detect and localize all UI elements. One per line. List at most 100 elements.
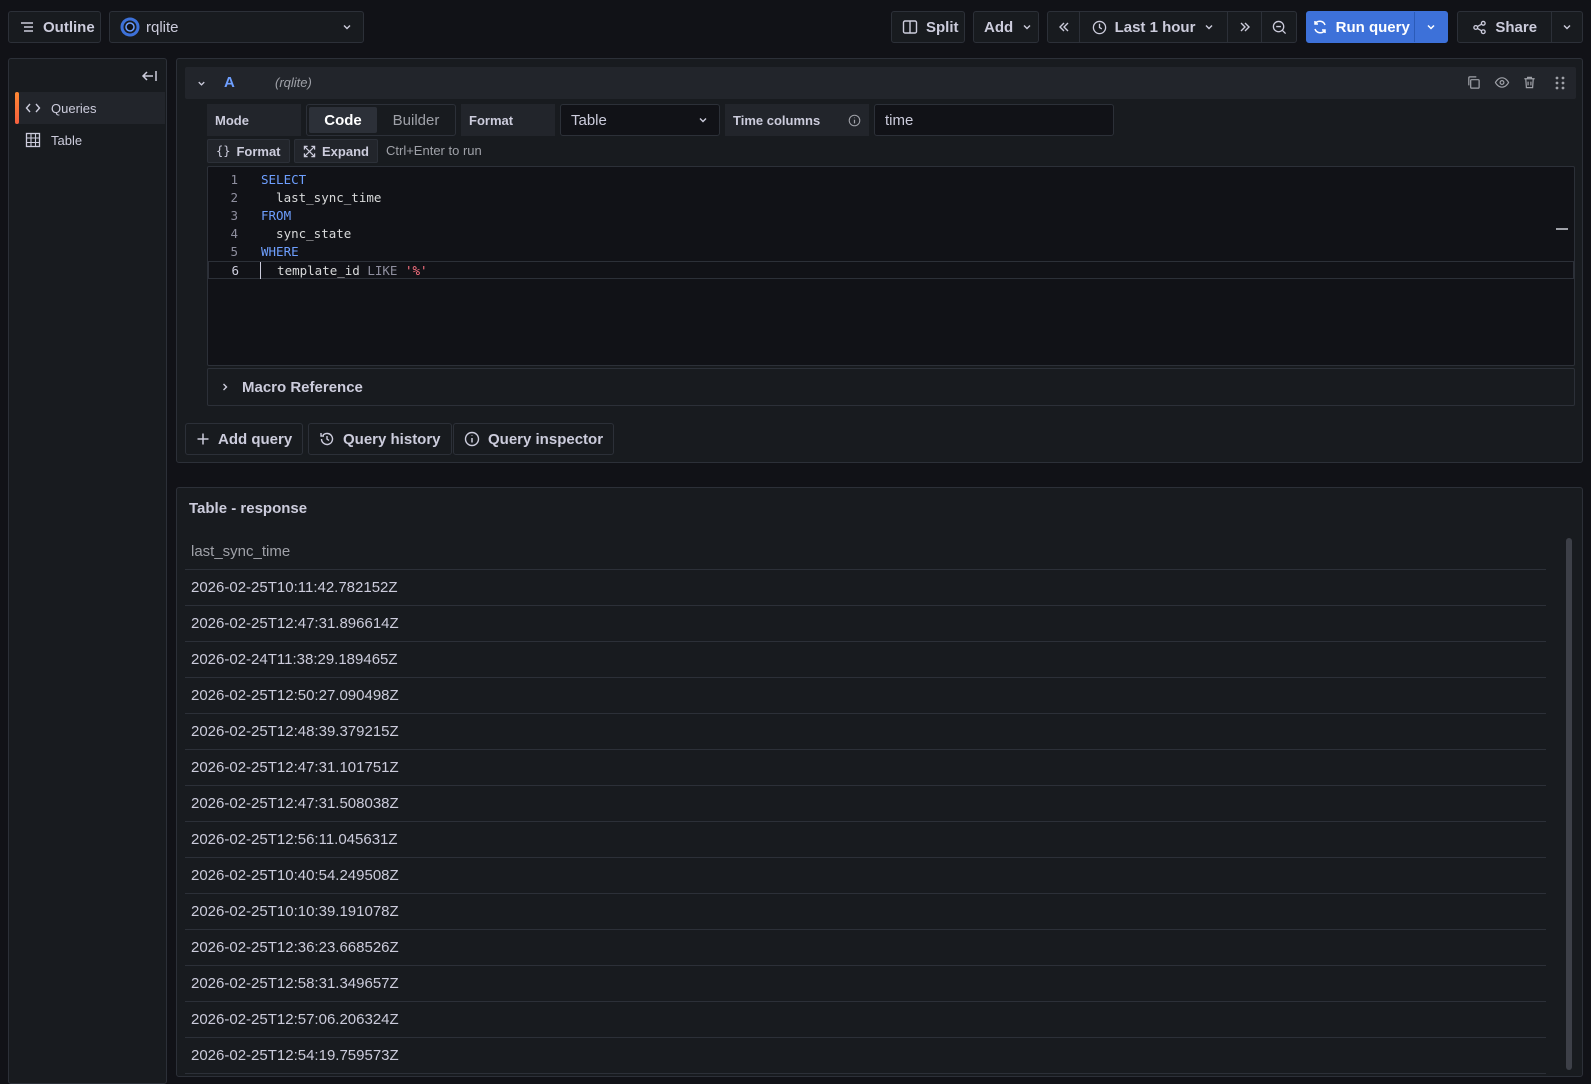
trash-icon[interactable] [1522,75,1537,90]
format-label: Format [461,104,555,136]
chevron-down-icon [1427,24,1435,30]
table-cell: 2026-02-25T12:58:31.349657Z [191,975,399,992]
zoom-out-button[interactable] [1262,12,1296,42]
chevron-down-icon [1205,25,1213,30]
outline-label: Outline [43,18,95,36]
add-label: Add [984,18,1014,36]
table-cell: 2026-02-25T10:11:42.782152Z [191,579,398,596]
code-text: template_id LIKE '%' [262,263,428,278]
info-icon [464,431,480,447]
table-row: 2026-02-25T12:47:31.101751Z [185,750,1546,786]
time-shift-back-button[interactable] [1048,12,1080,42]
drag-handle-icon[interactable] [1554,75,1566,91]
format-code-button[interactable]: {} Format [207,139,290,163]
chevrons-right-icon [1240,22,1250,32]
chevron-down-icon[interactable] [196,78,207,89]
code-line: 2 last_sync_time [208,189,1574,207]
table-icon [25,132,41,148]
expand-editor-button[interactable]: Expand [294,139,378,163]
plus-icon [197,433,209,445]
table-row: 2026-02-25T12:50:27.090498Z [185,678,1546,714]
table-scrollbar[interactable] [1566,538,1572,1070]
info-icon[interactable] [848,114,861,127]
share-label: Share [1495,18,1538,36]
add-query-label: Add query [218,430,293,448]
mode-option-builder[interactable]: Builder [379,107,453,133]
rqlite-logo-icon [120,17,140,37]
query-history-button[interactable]: Query history [308,423,452,455]
add-query-button[interactable]: Add query [185,423,304,455]
sidebar-item-table[interactable]: Table [15,124,165,156]
chevron-down-icon [1023,25,1031,30]
time-columns-label-text: Time columns [733,112,821,128]
run-query-group: Run query [1306,11,1448,43]
code-line: 3 FROM [208,207,1574,225]
column-header-label: last_sync_time [191,543,291,560]
format-code-label: Format [236,143,281,159]
datasource-picker[interactable]: rqlite [109,11,364,43]
time-shift-forward-button[interactable] [1228,12,1262,42]
code-line-active: 6 template_id LIKE '%' [208,261,1574,279]
sidebar-item-queries[interactable]: Queries [15,92,165,124]
table-row: 2026-02-25T12:54:19.759573Z [185,1038,1546,1074]
history-icon [320,432,334,446]
code-line: 4 sync_state [208,225,1574,243]
expand-icon [303,145,316,157]
share-group: Share [1457,11,1583,43]
clock-icon [1092,20,1106,34]
chevron-down-icon [343,25,351,30]
line-number: 1 [230,172,238,187]
table-cell: 2026-02-24T11:38:29.189465Z [191,651,398,668]
run-query-button[interactable]: Run query [1307,12,1416,42]
time-columns-value: time [885,111,914,129]
share-options-button[interactable] [1552,12,1582,42]
table-cell: 2026-02-25T12:56:11.045631Z [191,831,398,848]
table-cell: 2026-02-25T12:54:19.759573Z [191,1047,399,1064]
code-text: SELECT [261,172,307,187]
sidebar-item-label: Queries [51,100,97,116]
table-cell: 2026-02-25T12:47:31.896614Z [191,615,399,632]
split-icon [902,20,918,34]
add-button[interactable]: Add [973,11,1039,43]
query-history-label: Query history [343,430,441,448]
query-row-header: A (rqlite) [185,67,1576,99]
code-text: sync_state [261,226,352,241]
time-columns-input[interactable]: time [874,104,1114,136]
query-inspector-button[interactable]: Query inspector [453,423,615,455]
text-cursor [260,262,261,279]
share-button[interactable]: Share [1458,12,1553,42]
table-cell: 2026-02-25T12:47:31.101751Z [191,759,399,776]
query-editor-panel: A (rqlite) Mode Code Builder Format Tabl… [176,58,1583,463]
time-range-picker[interactable]: Last 1 hour [1080,12,1228,42]
macro-reference-toggle[interactable]: Macro Reference [207,368,1575,406]
query-inspector-label: Query inspector [488,430,604,448]
outline-button[interactable]: Outline [8,11,101,43]
eye-icon[interactable] [1494,75,1510,90]
table-row: 2026-02-25T10:10:39.191078Z [185,894,1546,930]
duplicate-icon[interactable] [1466,75,1481,90]
table-row: 2026-02-25T12:48:39.379215Z [185,714,1546,750]
mode-radio-group: Code Builder [306,104,456,136]
table-row: 2026-02-25T12:36:23.668526Z [185,930,1546,966]
table-cell: 2026-02-25T10:10:39.191078Z [191,903,399,920]
collapse-sidebar-icon[interactable] [141,69,158,83]
macro-reference-label: Macro Reference [242,378,363,396]
line-number: 2 [230,190,238,205]
outline-sidebar: Queries Table [8,58,167,1084]
line-number: 3 [230,208,238,223]
split-button[interactable]: Split [891,11,965,43]
table-column-header[interactable]: last_sync_time [185,534,1546,570]
run-hint: Ctrl+Enter to run [386,143,482,158]
query-ref-id[interactable]: A [224,74,235,91]
sql-code-editor[interactable]: 1 SELECT 2 last_sync_time 3 FROM 4 sync_st… [207,166,1575,366]
datasource-name: rqlite [146,18,179,36]
table-body: 2026-02-25T10:11:42.782152Z 2026-02-25T12… [185,570,1546,1074]
mode-option-code[interactable]: Code [309,107,377,133]
line-number: 6 [231,263,239,278]
sidebar-item-label: Table [51,132,83,148]
format-value: Table [571,111,607,129]
table-cell: 2026-02-25T10:40:54.249508Z [191,867,399,884]
format-select[interactable]: Table [560,104,720,136]
run-query-options-button[interactable] [1415,12,1447,42]
table-row: 2026-02-25T12:47:31.896614Z [185,606,1546,642]
